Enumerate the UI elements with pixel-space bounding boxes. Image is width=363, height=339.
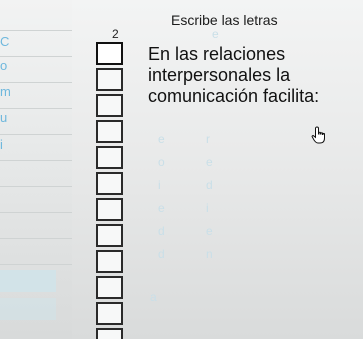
faint-letter: e [158, 201, 165, 215]
answer-box[interactable] [96, 198, 123, 221]
instruction-title: Escribe las letras [171, 12, 278, 28]
left-letter-strip: C o m u i [0, 0, 72, 339]
divider [0, 212, 72, 213]
letter-tile[interactable]: m [0, 84, 11, 99]
answer-box[interactable] [96, 276, 123, 299]
letter-tile[interactable]: o [0, 58, 7, 73]
faint-letter: e [206, 224, 213, 238]
question-prompt: En las relaciones interpersonales la com… [148, 44, 363, 107]
divider [0, 108, 72, 109]
answer-box[interactable] [96, 120, 123, 143]
faint-letter: d [158, 224, 165, 238]
faint-letter: i [158, 178, 161, 192]
answer-box[interactable] [96, 172, 123, 195]
hand-pointer-icon [311, 126, 325, 144]
divider [0, 186, 72, 187]
letter-tile[interactable]: i [0, 137, 3, 152]
faint-letter: d [158, 247, 165, 261]
question-line: comunicación facilita: [148, 86, 320, 106]
answer-box[interactable] [96, 250, 123, 273]
divider [0, 238, 72, 239]
faint-letter: d [206, 178, 213, 192]
faint-letter: r [206, 132, 210, 146]
faint-letter: e [212, 27, 219, 41]
faint-letter: e [158, 132, 165, 146]
divider [0, 264, 72, 265]
letter-tile[interactable]: u [0, 110, 7, 125]
answer-box[interactable] [96, 302, 123, 325]
highlight-bar [0, 298, 56, 320]
faint-letter: n [206, 247, 213, 261]
answer-box[interactable] [96, 68, 123, 91]
faint-letter: e [206, 155, 213, 169]
highlight-bar [0, 270, 56, 292]
column-number: 2 [112, 27, 119, 41]
divider [0, 134, 72, 135]
answer-box[interactable] [96, 224, 123, 247]
answer-box[interactable] [96, 146, 123, 169]
answer-box[interactable] [96, 42, 123, 65]
faint-letter: o [158, 155, 165, 169]
letter-tile[interactable]: C [0, 34, 9, 49]
question-line: En las relaciones [148, 44, 286, 64]
answer-box[interactable] [96, 328, 123, 339]
divider [0, 160, 72, 161]
answer-box[interactable] [96, 94, 123, 117]
divider [0, 56, 72, 57]
faint-letter: a [150, 290, 157, 304]
divider [0, 82, 72, 83]
question-line: interpersonales la [148, 65, 291, 85]
faint-letter: i [206, 201, 209, 215]
divider [0, 30, 72, 31]
